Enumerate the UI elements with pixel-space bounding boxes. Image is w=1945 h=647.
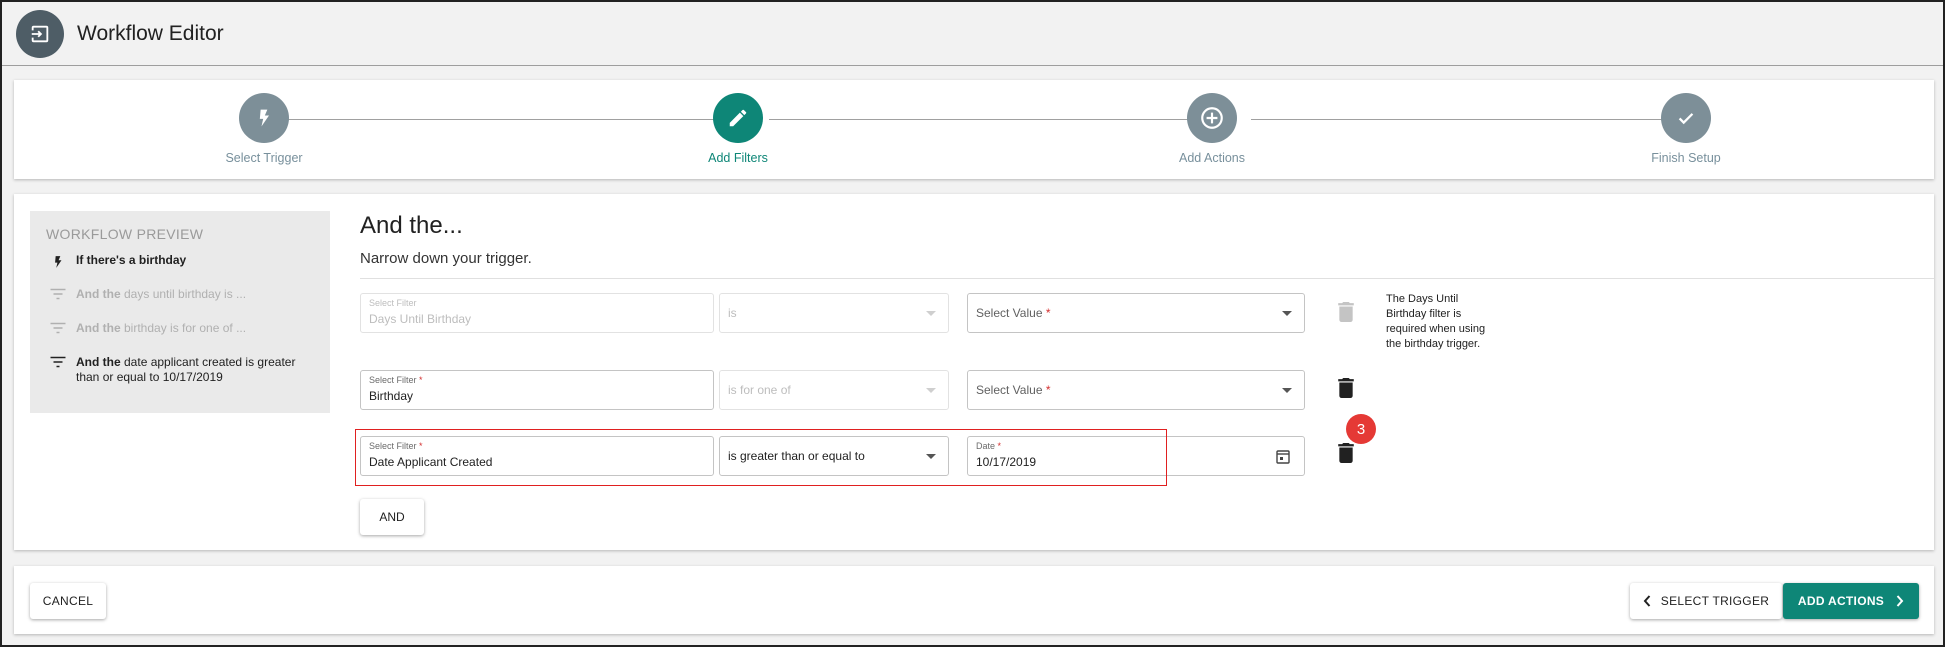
step-label: Select Trigger: [225, 151, 303, 165]
operator-select: is: [719, 293, 949, 333]
annotation-badge: 3: [1346, 414, 1376, 444]
annotation-highlight-box: [355, 429, 1167, 486]
field-value: is: [728, 306, 737, 320]
delete-icon[interactable]: [1338, 378, 1354, 403]
field-placeholder: Select Value *: [976, 383, 1051, 397]
preview-item-bold: And the: [76, 287, 121, 301]
step-add-actions[interactable]: Add Actions: [1132, 93, 1292, 165]
calendar-icon[interactable]: [1276, 449, 1290, 469]
field-value: is for one of: [728, 383, 791, 397]
field-value: Birthday: [369, 389, 414, 403]
footer-bar: CANCEL SELECT TRIGGER ADD ACTIONS: [14, 566, 1934, 634]
divider: [360, 278, 1934, 279]
dropdown-arrow-icon: [1282, 311, 1292, 316]
workflow-preview: WORKFLOW PREVIEW If there's a birthday A…: [30, 211, 330, 413]
operator-select: is for one of: [719, 370, 949, 410]
filter-list-icon: [46, 287, 70, 301]
filter-select[interactable]: Select Filter * Birthday: [360, 370, 714, 410]
filter-list-icon: [46, 355, 70, 369]
step-add-filters[interactable]: Add Filters: [658, 93, 818, 165]
preview-item-bold: And the: [76, 355, 121, 369]
field-value: Days Until Birthday: [369, 312, 472, 326]
preview-item-text: days until birthday is ...: [120, 287, 247, 301]
field-placeholder: Select Value *: [976, 306, 1051, 320]
dropdown-arrow-icon: [926, 388, 936, 393]
step-label: Add Filters: [708, 151, 768, 165]
section-subheading: Narrow down your trigger.: [360, 250, 532, 267]
filters-card: WORKFLOW PREVIEW If there's a birthday A…: [14, 194, 1934, 550]
bolt-icon: [46, 253, 70, 271]
value-select[interactable]: Select Value *: [967, 370, 1305, 410]
step-select-trigger[interactable]: Select Trigger: [184, 93, 344, 165]
stepper: Select Trigger Add Filters Add Actions F…: [14, 80, 1934, 179]
add-actions-button[interactable]: ADD ACTIONS: [1783, 583, 1919, 619]
section-heading: And the...: [360, 212, 463, 239]
field-label: Select Filter: [369, 298, 417, 308]
preview-item-text: birthday is for one of ...: [120, 321, 247, 335]
preview-item-bold: And the: [76, 321, 121, 335]
exit-to-app-icon[interactable]: [16, 10, 64, 58]
step-label: Add Actions: [1178, 151, 1245, 165]
pencil-icon: [713, 93, 763, 143]
add-and-filter-button[interactable]: AND: [360, 499, 424, 535]
preview-item-filter: And the days until birthday is ...: [46, 287, 316, 302]
app-header: Workflow Editor: [2, 2, 1943, 66]
preview-item-filter: And the date applicant created is greate…: [46, 355, 316, 385]
delete-icon[interactable]: [1338, 443, 1354, 468]
delete-icon: [1338, 302, 1354, 327]
filter-list-icon: [46, 321, 70, 335]
cancel-button[interactable]: CANCEL: [30, 583, 106, 619]
step-finish-setup[interactable]: Finish Setup: [1606, 93, 1766, 165]
field-label: Select Filter *: [369, 375, 423, 385]
dropdown-arrow-icon: [1282, 388, 1292, 393]
bolt-icon: [239, 93, 289, 143]
chevron-left-icon: [1643, 595, 1651, 607]
dropdown-arrow-icon: [926, 311, 936, 316]
preview-title: WORKFLOW PREVIEW: [46, 226, 204, 242]
value-select[interactable]: Select Value *: [967, 293, 1305, 333]
help-text: The Days Until Birthday filter is requir…: [1386, 293, 1486, 350]
back-button-label: SELECT TRIGGER: [1660, 594, 1770, 608]
step-label: Finish Setup: [1651, 151, 1721, 165]
add-circle-icon: [1187, 93, 1237, 143]
next-button-label: ADD ACTIONS: [1797, 594, 1885, 608]
page-title: Workflow Editor: [77, 22, 224, 45]
check-icon: [1661, 93, 1711, 143]
filter-select: Select Filter Days Until Birthday: [360, 293, 714, 333]
preview-item-filter: And the birthday is for one of ...: [46, 321, 316, 336]
chevron-right-icon: [1896, 595, 1904, 607]
back-select-trigger-button[interactable]: SELECT TRIGGER: [1630, 583, 1782, 619]
preview-item-trigger: If there's a birthday: [46, 253, 316, 271]
preview-item-bold: If there's a birthday: [76, 253, 187, 267]
